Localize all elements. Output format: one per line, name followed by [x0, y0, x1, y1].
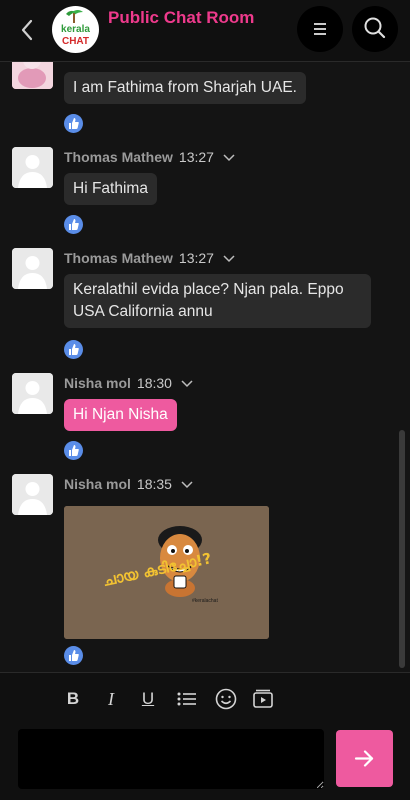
message-time: 13:27	[178, 250, 214, 266]
message-bubble: Hi Njan Nisha	[64, 399, 177, 431]
back-button[interactable]	[14, 15, 40, 45]
image-credit: #keralachat	[192, 598, 218, 604]
default-avatar-icon	[12, 248, 53, 289]
author-name: Thomas Mathew	[64, 149, 173, 165]
author-name: Thomas Mathew	[64, 250, 173, 266]
search-button[interactable]	[352, 6, 398, 52]
author-name: Nisha mol	[64, 476, 131, 492]
chevron-down-icon[interactable]	[180, 480, 194, 490]
avatar[interactable]	[12, 373, 53, 414]
emoji-button[interactable]	[214, 687, 238, 711]
scrollbar[interactable]	[399, 430, 405, 668]
thumbs-up-icon	[69, 118, 79, 129]
avatar[interactable]	[12, 474, 53, 515]
message-composer: B I U	[0, 672, 410, 800]
like-button[interactable]	[64, 340, 83, 359]
like-button[interactable]	[64, 646, 83, 665]
message-meta: Thomas Mathew 13:27	[64, 149, 236, 165]
message-bubble: Hi Fathima	[64, 173, 157, 205]
media-icon	[253, 689, 273, 708]
thumbs-up-icon	[69, 219, 79, 230]
page-title: Public Chat Room	[108, 8, 255, 27]
avatar[interactable]	[12, 62, 53, 89]
avatar[interactable]	[12, 147, 53, 188]
list-icon	[177, 692, 196, 706]
kerala-chat-logo: kerala CHAT	[52, 6, 99, 53]
menu-button[interactable]	[297, 6, 343, 52]
message-bubble: Keralathil evida place? Njan pala. Eppo …	[64, 274, 371, 328]
message-time: 18:30	[136, 375, 172, 391]
svg-text:CHAT: CHAT	[62, 36, 89, 47]
default-avatar-icon	[12, 373, 53, 414]
like-button[interactable]	[64, 441, 83, 460]
list-button[interactable]	[176, 687, 198, 711]
italic-button[interactable]: I	[102, 687, 120, 711]
message-list[interactable]: I am Fathima from Sharjah UAE. Thomas Ma…	[0, 62, 410, 672]
message-meta: Thomas Mathew 13:27	[64, 250, 236, 266]
message-meta: Nisha mol 18:35	[64, 476, 194, 492]
emoji-icon	[215, 688, 237, 710]
default-avatar-icon	[12, 147, 53, 188]
thumbs-up-icon	[69, 650, 79, 661]
like-button[interactable]	[64, 215, 83, 234]
image-message[interactable]: ചായ കുടിച്ചോ!? #keralachat	[64, 506, 269, 639]
svg-text:kerala: kerala	[61, 24, 90, 35]
message-time: 18:35	[136, 476, 172, 492]
send-arrow-icon	[354, 750, 374, 767]
thumbs-up-icon	[69, 445, 79, 456]
chevron-down-icon[interactable]	[222, 254, 236, 264]
chat-header: kerala CHAT Public Chat Room	[0, 0, 410, 62]
underline-button[interactable]: U	[139, 687, 157, 711]
message-bubble: I am Fathima from Sharjah UAE.	[64, 72, 306, 104]
thumbs-up-icon	[69, 344, 79, 355]
message-input[interactable]	[18, 729, 324, 789]
like-button[interactable]	[64, 114, 83, 133]
hamburger-icon	[314, 23, 326, 35]
message-meta: Nisha mol 18:30	[64, 375, 194, 391]
default-avatar-icon	[12, 474, 53, 515]
bold-button[interactable]: B	[64, 687, 82, 711]
chevron-down-icon[interactable]	[222, 153, 236, 163]
media-button[interactable]	[251, 687, 275, 711]
chevron-down-icon[interactable]	[180, 379, 194, 389]
avatar[interactable]	[12, 248, 53, 289]
message-time: 13:27	[178, 149, 214, 165]
author-name: Nisha mol	[64, 375, 131, 391]
chevron-left-icon	[21, 19, 33, 41]
search-icon	[364, 17, 386, 39]
send-button[interactable]	[336, 730, 393, 787]
